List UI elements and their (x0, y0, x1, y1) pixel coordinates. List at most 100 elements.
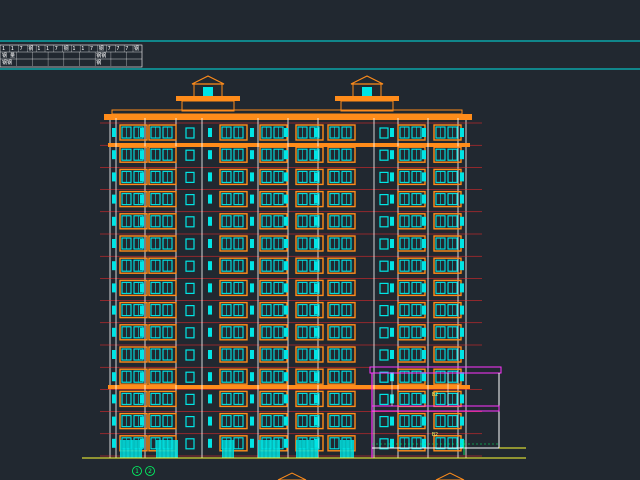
narrow-window (112, 394, 116, 404)
title-cell-text: 钢 量 (2, 52, 15, 59)
narrow-window (284, 438, 288, 448)
narrow-window (284, 172, 288, 182)
narrow-window (390, 438, 394, 448)
narrow-window (314, 216, 318, 226)
narrow-window (112, 216, 116, 226)
title-cell-text: 1 (72, 46, 75, 52)
narrow-window (422, 327, 426, 337)
narrow-window (422, 438, 426, 448)
narrow-window (460, 261, 464, 271)
narrow-window (250, 372, 254, 382)
narrow-window (284, 394, 288, 404)
narrow-window (112, 194, 116, 204)
narrow-window (284, 416, 288, 426)
narrow-window (208, 416, 212, 426)
narrow-window (314, 172, 318, 182)
title-cell-text: 1 (11, 46, 14, 52)
narrow-window (250, 350, 254, 359)
narrow-window (460, 283, 464, 293)
narrow-window (140, 150, 144, 160)
title-cell-text: 1 (37, 46, 40, 52)
ground-shop-front (296, 440, 318, 458)
narrow-window (314, 128, 318, 137)
narrow-window (314, 350, 318, 359)
title-cell-text: 1 (81, 46, 84, 52)
narrow-window (390, 150, 394, 160)
narrow-window (422, 372, 426, 382)
ground-shop-front (258, 440, 280, 458)
narrow-window (112, 416, 116, 426)
horizontal-band (108, 143, 470, 147)
narrow-window (390, 128, 394, 137)
narrow-window (284, 305, 288, 315)
narrow-window (112, 172, 116, 182)
narrow-window (390, 305, 394, 315)
cad-drawing-canvas[interactable]: 117钢117钢117钢777钢 钢 量钢钢 钢钢钢 B2 B2 1 2 (0, 0, 640, 480)
narrow-window (390, 283, 394, 293)
narrow-window (140, 283, 144, 293)
narrow-window (140, 128, 144, 137)
narrow-window (422, 128, 426, 137)
narrow-window (422, 305, 426, 315)
narrow-window (250, 128, 254, 137)
roof-pavilion-left-window (203, 87, 213, 96)
narrow-window (460, 239, 464, 248)
narrow-window (208, 394, 212, 404)
narrow-window (208, 216, 212, 226)
narrow-window (284, 283, 288, 293)
title-cell-text: 钢 (99, 45, 104, 52)
narrow-window (460, 327, 464, 337)
narrow-window (314, 327, 318, 337)
narrow-window (390, 350, 394, 359)
narrow-window (208, 128, 212, 137)
narrow-window (460, 394, 464, 404)
narrow-window (140, 239, 144, 248)
narrow-window (208, 438, 212, 448)
narrow-window (112, 372, 116, 382)
narrow-window (140, 261, 144, 271)
narrow-window (460, 305, 464, 315)
narrow-window (284, 372, 288, 382)
narrow-window (422, 216, 426, 226)
narrow-window (422, 416, 426, 426)
title-cell-text: 7 (20, 46, 23, 52)
narrow-window (208, 327, 212, 337)
narrow-window (422, 283, 426, 293)
narrow-window (460, 172, 464, 182)
narrow-window (390, 194, 394, 204)
roof-pavilion-left-base (176, 96, 240, 101)
narrow-window (390, 172, 394, 182)
roof-pavilion-right-window (362, 87, 372, 96)
ground-shop-front (156, 440, 178, 458)
narrow-window (284, 350, 288, 359)
narrow-window (460, 150, 464, 160)
narrow-window (390, 261, 394, 271)
narrow-window (284, 128, 288, 137)
narrow-window (250, 305, 254, 315)
narrow-window (250, 438, 254, 448)
narrow-window (390, 327, 394, 337)
narrow-window (422, 239, 426, 248)
narrow-window (140, 350, 144, 359)
title-cell-text: 钢 (96, 59, 101, 66)
narrow-window (390, 239, 394, 248)
narrow-window (284, 261, 288, 271)
narrow-window (284, 327, 288, 337)
title-cell-text: 钢钢 (96, 52, 106, 59)
narrow-window (112, 305, 116, 315)
title-cell-text: 1 (46, 46, 49, 52)
narrow-window (140, 394, 144, 404)
narrow-window (112, 283, 116, 293)
narrow-window (208, 261, 212, 271)
narrow-window (140, 216, 144, 226)
narrow-window (314, 394, 318, 404)
title-cell-text: 7 (116, 46, 119, 52)
narrow-window (390, 416, 394, 426)
axis-marker-1-label: 1 (135, 468, 139, 475)
narrow-window (208, 239, 212, 248)
narrow-window (112, 327, 116, 337)
narrow-window (208, 305, 212, 315)
narrow-window (140, 372, 144, 382)
narrow-window (422, 394, 426, 404)
title-cell-text: 7 (108, 46, 111, 52)
